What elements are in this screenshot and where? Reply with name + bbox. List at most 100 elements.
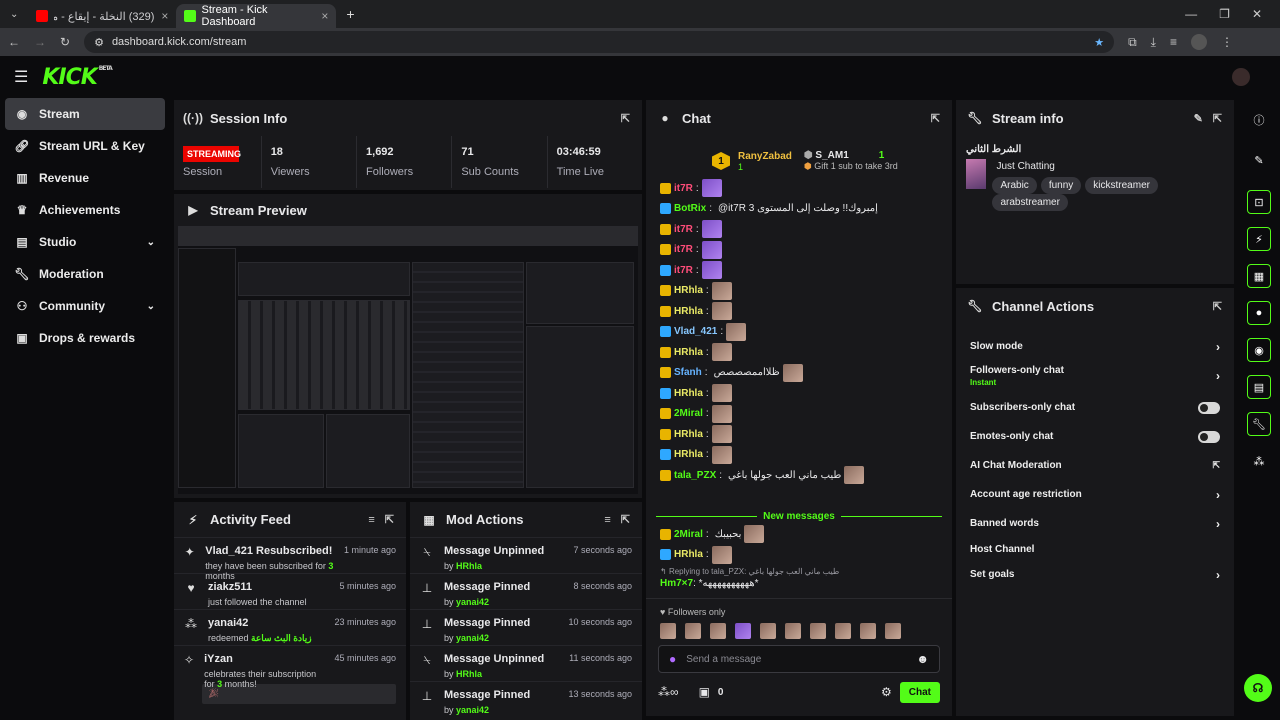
sidebar-item-community[interactable]: ⚇ Community ⌄ — [5, 290, 165, 322]
emote-image[interactable] — [782, 363, 803, 382]
chat-username[interactable]: it7R — [674, 244, 693, 255]
sidebar-item-revenue[interactable]: ▥ Revenue — [5, 162, 165, 194]
ai-moderation-row[interactable]: AI Chat Moderation ⇱ — [956, 451, 1234, 480]
chat-bubble-icon[interactable]: ● — [1247, 301, 1271, 325]
sidebar-item-achievements[interactable]: ♛ Achievements — [5, 194, 165, 226]
download-icon[interactable]: ⤓ — [1151, 35, 1156, 50]
chat-username[interactable]: 2Miral — [674, 529, 703, 540]
popout-icon[interactable]: ⇱ — [385, 513, 394, 526]
emote-image[interactable] — [701, 220, 722, 239]
chat-send-button[interactable]: Chat — [899, 681, 940, 703]
new-messages-divider[interactable]: New messages — [646, 508, 952, 524]
emote-image[interactable] — [701, 240, 722, 259]
chatter-avatar[interactable] — [660, 623, 676, 639]
emote-image[interactable] — [711, 302, 732, 321]
menu-icon[interactable]: ⋮ — [1221, 35, 1233, 49]
gifter-name[interactable]: S_AM1 — [815, 150, 848, 161]
chatter-avatar[interactable] — [810, 623, 826, 639]
kick-logo[interactable]: KICK BETA — [42, 65, 112, 90]
chat-username[interactable]: HRhla — [674, 388, 703, 399]
emote-image[interactable] — [711, 445, 732, 464]
sidebar-item-studio[interactable]: ▤ Studio ⌄ — [5, 226, 165, 258]
popout-icon[interactable]: ⇱ — [621, 513, 630, 526]
points-icon[interactable]: ⁂∞ — [658, 685, 679, 699]
reload-icon[interactable]: ↻ — [60, 35, 70, 49]
popout-icon[interactable]: ⇱ — [931, 112, 940, 125]
emote-image[interactable] — [711, 343, 732, 362]
new-tab-icon[interactable]: + — [346, 6, 354, 22]
forward-icon[interactable]: → — [34, 35, 46, 49]
sidebar-item-stream[interactable]: ◉ Stream — [5, 98, 165, 130]
chat-username[interactable]: it7R — [674, 183, 693, 194]
broadcast-icon[interactable]: ◉ — [1247, 338, 1271, 362]
chat-username[interactable]: Hm7×7 — [660, 578, 693, 589]
user-avatar[interactable] — [1232, 68, 1250, 86]
chat-username[interactable]: HRhla — [674, 449, 703, 460]
browser-tab-kick[interactable]: Stream - Kick Dashboard × — [176, 4, 337, 28]
chatter-avatar[interactable] — [835, 623, 851, 639]
sidebar-item-moderation[interactable]: 🔧︎ Moderation — [5, 258, 165, 290]
tag-chip[interactable]: kickstreamer — [1085, 177, 1158, 194]
maximize-icon[interactable]: ❐ — [1219, 7, 1230, 21]
emote-image[interactable] — [711, 404, 732, 423]
mic-icon[interactable]: ● — [669, 652, 676, 666]
chat-username[interactable]: HRhla — [674, 347, 703, 358]
close-tab-icon[interactable]: × — [321, 9, 328, 23]
emote-image[interactable] — [726, 322, 747, 341]
sidebar-item-drops-rewards[interactable]: ▣ Drops & rewards — [5, 322, 165, 354]
chatter-avatar[interactable] — [760, 623, 776, 639]
tag-chip[interactable]: funny — [1040, 177, 1082, 194]
mod-action-user[interactable]: HRhla — [456, 561, 482, 571]
emote-image[interactable] — [711, 545, 732, 564]
emote-image[interactable] — [701, 179, 722, 198]
subscribers-only-toggle[interactable] — [1198, 401, 1220, 414]
slow-mode-row[interactable]: Slow mode › — [956, 334, 1234, 359]
banned-words-row[interactable]: Banned words › — [956, 509, 1234, 538]
chat-username[interactable]: HRhla — [674, 549, 703, 560]
site-info-icon[interactable]: ⚙ — [94, 36, 104, 49]
chat-username[interactable]: HRhla — [674, 429, 703, 440]
filter-icon[interactable]: ≡ — [604, 514, 610, 526]
hamburger-menu-icon[interactable]: ☰ — [14, 67, 28, 87]
emote-image[interactable] — [711, 384, 732, 403]
edit-pencil-icon[interactable]: ✎ — [1194, 112, 1203, 125]
followers-only-row[interactable]: Followers-only chat Instant › — [956, 359, 1234, 393]
chat-input[interactable]: ● Send a message ☻ — [658, 645, 940, 673]
emote-image[interactable] — [844, 466, 865, 485]
close-tab-icon[interactable]: × — [161, 9, 168, 23]
filter-icon[interactable]: ≡ — [368, 514, 374, 526]
emoji-icon[interactable]: ☻ — [916, 652, 929, 666]
stream-preview-video[interactable] — [178, 226, 638, 494]
bookmark-star-icon[interactable]: ★ — [1094, 36, 1104, 49]
extensions-icon[interactable]: ⧉ — [1128, 35, 1137, 50]
back-icon[interactable]: ← — [8, 35, 20, 49]
chatter-avatar[interactable] — [860, 623, 876, 639]
minimize-icon[interactable]: — — [1185, 7, 1197, 21]
chat-username[interactable]: Vlad_421 — [674, 326, 717, 337]
chat-username[interactable]: HRhla — [674, 285, 703, 296]
edit-pencil-icon[interactable]: ✎ — [1247, 148, 1271, 172]
chat-username[interactable]: tala_PZX — [674, 470, 716, 481]
chat-username[interactable]: 2Miral — [674, 408, 703, 419]
sidebar-item-stream-url-key[interactable]: 🔗︎ Stream URL & Key — [5, 130, 165, 162]
chatter-avatar[interactable] — [735, 623, 751, 639]
chat-username[interactable]: Sfanh — [674, 367, 702, 378]
chatter-avatar[interactable] — [710, 623, 726, 639]
emote-image[interactable] — [711, 281, 732, 300]
set-goals-row[interactable]: Set goals › — [956, 560, 1234, 589]
chat-username[interactable]: HRhla — [674, 306, 703, 317]
capture-icon[interactable]: ⊡ — [1247, 190, 1271, 214]
chat-username[interactable]: it7R — [674, 224, 693, 235]
category-thumbnail[interactable] — [966, 159, 987, 189]
settings-gear-icon[interactable]: ⚙ — [881, 685, 892, 699]
chatter-avatar[interactable] — [785, 623, 801, 639]
chat-username[interactable]: BotRix — [674, 203, 706, 214]
mod-action-user[interactable]: HRhla — [456, 669, 482, 679]
mod-action-user[interactable]: yanai42 — [456, 705, 489, 715]
gifter-name[interactable]: RanyZabad — [738, 151, 792, 162]
lightning-icon[interactable]: ⚡︎ — [1247, 227, 1271, 251]
info-icon[interactable]: ⓘ — [1247, 108, 1271, 132]
profile-avatar[interactable] — [1190, 34, 1207, 50]
layout-icon[interactable]: ▤ — [1247, 375, 1271, 399]
popout-icon[interactable]: ⇱ — [1213, 300, 1222, 313]
